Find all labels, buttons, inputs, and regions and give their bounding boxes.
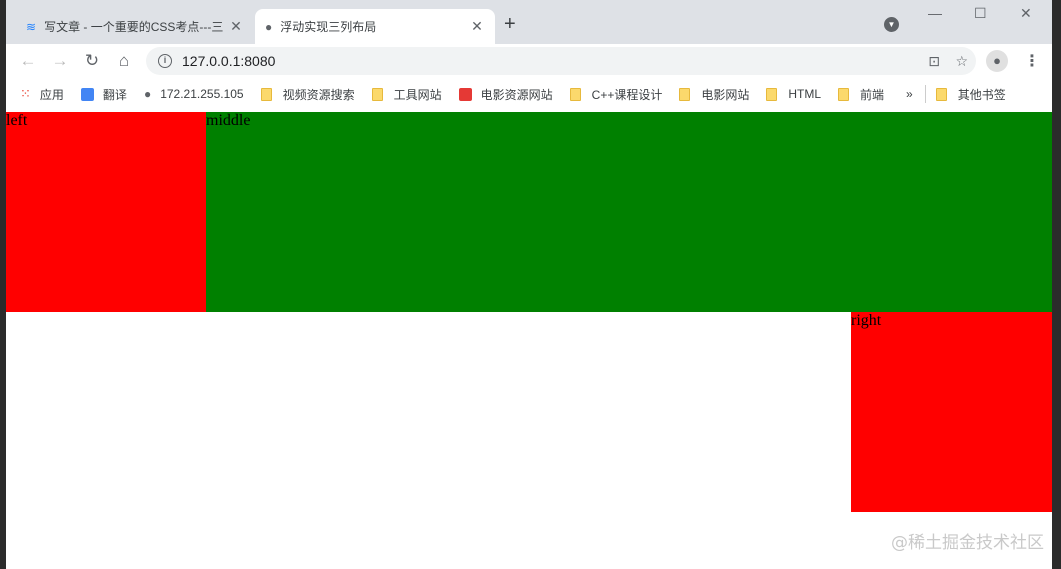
watermark: @稀土掘金技术社区: [891, 533, 1044, 553]
folder-icon: [569, 87, 581, 101]
folder-icon: [935, 87, 947, 101]
minimize-button[interactable]: —: [928, 5, 942, 21]
folder-icon: [766, 87, 778, 101]
globe-icon: ●: [143, 87, 152, 101]
bookmark-video-search[interactable]: 视频资源搜索: [260, 86, 355, 103]
tab-bar: ≋ 写文章 - 一个重要的CSS考点---三 ✕ ● 浮动实现三列布局 ✕ + …: [6, 0, 1052, 44]
close-window-button[interactable]: ✕: [1020, 5, 1032, 22]
close-tab-icon[interactable]: ✕: [228, 18, 244, 35]
page-content: left middle right @稀土掘金技术社区: [6, 112, 1052, 569]
reload-button[interactable]: ↻: [76, 51, 108, 71]
info-icon[interactable]: i: [158, 54, 172, 68]
folder-icon: [679, 87, 691, 101]
browser-window: ≋ 写文章 - 一个重要的CSS考点---三 ✕ ● 浮动实现三列布局 ✕ + …: [6, 0, 1052, 569]
left-column: left: [6, 112, 206, 312]
globe-icon: ●: [265, 19, 273, 34]
right-column: right: [851, 312, 1052, 512]
bookmark-ip[interactable]: ● 172.21.255.105: [144, 87, 244, 101]
folder-icon: [371, 87, 383, 101]
middle-column: middle: [206, 112, 1052, 312]
divider: [924, 85, 926, 103]
menu-icon[interactable]: ⋮: [1024, 51, 1040, 71]
forward-button[interactable]: →: [44, 51, 76, 71]
maximize-button[interactable]: ☐: [974, 5, 987, 22]
more-bookmarks-icon[interactable]: »: [906, 87, 913, 101]
back-button[interactable]: ←: [12, 51, 44, 71]
bookmark-html[interactable]: HTML: [766, 87, 821, 101]
profile-avatar[interactable]: ●: [986, 50, 1008, 72]
close-tab-icon[interactable]: ✕: [469, 18, 485, 35]
bookmark-movies[interactable]: 电影网站: [679, 86, 749, 103]
bookmark-translate[interactable]: 翻译: [80, 86, 127, 103]
google-translate-icon: [80, 87, 94, 101]
tab-float-layout[interactable]: ● 浮动实现三列布局 ✕: [255, 9, 495, 44]
tab-write-article[interactable]: ≋ 写文章 - 一个重要的CSS考点---三 ✕: [16, 9, 254, 44]
home-button[interactable]: ⌂: [108, 51, 140, 71]
bookmarks-bar: ⁙ 应用 翻译 ● 172.21.255.105 视频资源搜索 工具网站 电影资源网…: [6, 78, 1052, 110]
star-icon[interactable]: ☆: [955, 53, 968, 70]
bookmark-tools[interactable]: 工具网站: [371, 86, 442, 103]
folder-icon: [260, 87, 272, 101]
video-icon: [458, 87, 472, 101]
new-tab-button[interactable]: +: [504, 13, 516, 36]
toolbar: ← → ↻ ⌂ i 127.0.0.1:8080 ⊡ ☆ ● ⋮: [6, 44, 1052, 78]
bookmark-movie-resources[interactable]: 电影资源网站: [458, 86, 553, 103]
apps-grid-icon: ⁙: [20, 86, 31, 101]
folder-icon: [838, 87, 850, 101]
bookmark-cpp[interactable]: C++课程设计: [569, 86, 662, 103]
bookmark-frontend[interactable]: 前端: [838, 86, 884, 103]
tab-search-icon[interactable]: ▼: [884, 17, 899, 32]
translate-icon[interactable]: ⊡: [928, 53, 940, 70]
address-bar[interactable]: i 127.0.0.1:8080 ⊡ ☆: [146, 47, 976, 75]
bookmark-apps[interactable]: ⁙ 应用: [20, 86, 64, 103]
juejin-icon: ≋: [26, 19, 37, 34]
bookmark-other[interactable]: 其他书签: [935, 86, 1006, 103]
